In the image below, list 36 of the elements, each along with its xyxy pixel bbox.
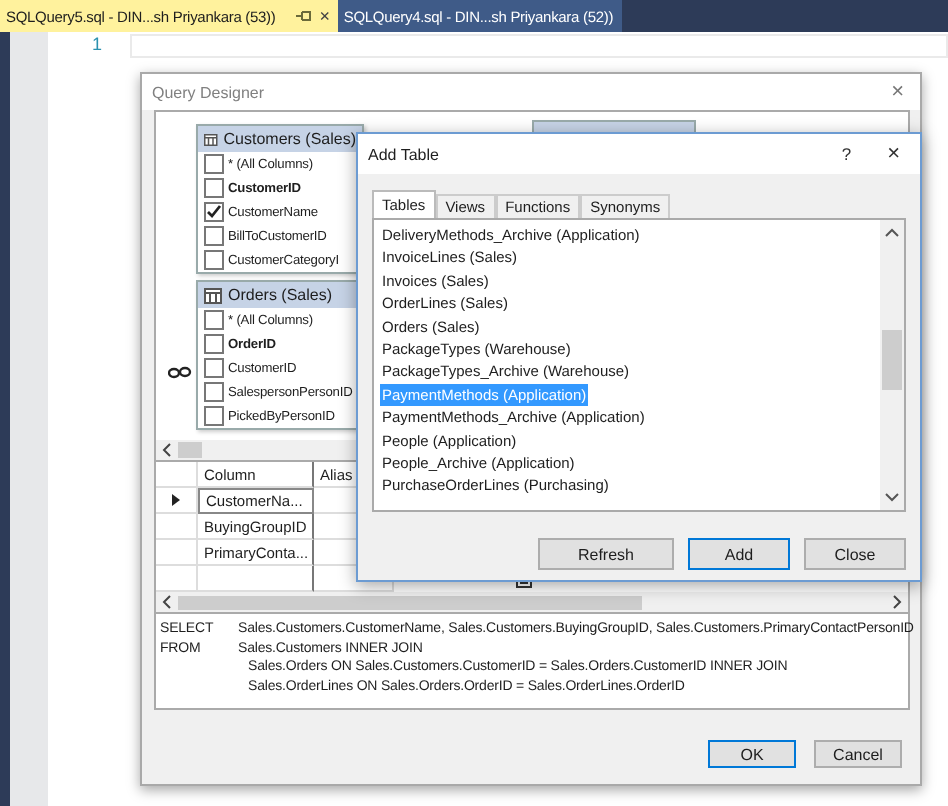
checkbox[interactable] <box>204 178 224 198</box>
sql-pane[interactable] <box>154 614 910 710</box>
table-title: Customers (Sales) <box>223 130 356 148</box>
checkbox[interactable] <box>204 250 224 270</box>
join-icon <box>168 366 192 380</box>
checkbox[interactable] <box>204 202 224 222</box>
table-icon <box>204 131 218 147</box>
checkbox[interactable] <box>204 334 224 354</box>
close-button[interactable]: × <box>887 142 900 166</box>
checkbox[interactable] <box>204 226 224 246</box>
dialog-title: Add Table <box>368 145 439 163</box>
help-button[interactable]: ? <box>841 144 852 164</box>
checkbox[interactable] <box>204 358 224 378</box>
dialog-button[interactable]: Add <box>688 538 790 570</box>
dialog-button[interactable]: Close <box>804 538 906 570</box>
close-tab-button[interactable]: × <box>319 6 330 26</box>
row-header-cell[interactable] <box>156 540 198 566</box>
checkbox[interactable] <box>204 310 224 330</box>
dialog-button[interactable]: Refresh <box>538 538 674 570</box>
row-header-cell[interactable] <box>156 488 198 514</box>
checkbox[interactable] <box>204 382 224 402</box>
row-header-cell[interactable] <box>156 514 198 540</box>
row-header-cell[interactable] <box>156 566 198 592</box>
dialog-button[interactable]: OK <box>708 740 796 768</box>
dialog-button[interactable]: Cancel <box>814 740 902 768</box>
checkbox[interactable] <box>204 154 224 174</box>
line-number: 1 <box>91 34 102 54</box>
window-title: Query Designer <box>152 83 265 101</box>
checkbox[interactable] <box>204 406 224 426</box>
scrollbar-thumb[interactable] <box>882 330 902 390</box>
table-title: Orders (Sales) <box>228 286 333 304</box>
scrollbar-thumb[interactable] <box>178 595 642 609</box>
close-button[interactable]: × <box>891 80 904 104</box>
scrollbar-thumb[interactable] <box>178 442 202 458</box>
pin-icon[interactable] <box>295 10 312 22</box>
table-icon <box>204 287 222 303</box>
